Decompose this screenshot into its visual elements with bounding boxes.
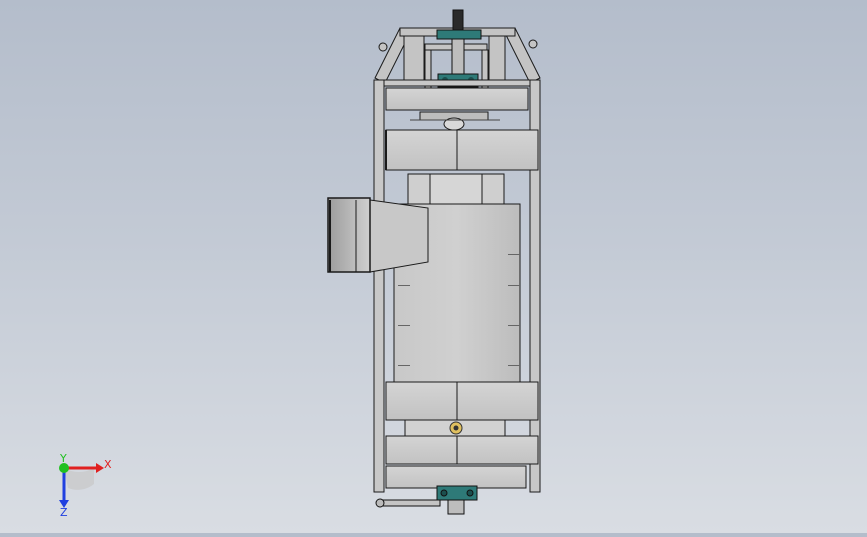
upper-block — [385, 129, 539, 171]
side-hopper — [327, 197, 429, 273]
lower-block — [385, 381, 539, 465]
coordinate-triad: X Y Z — [59, 452, 112, 519]
bottom-cross-panel — [385, 465, 527, 489]
motor-top-plate — [407, 173, 505, 205]
cad-viewport[interactable]: X Y Z — [0, 0, 867, 533]
x-axis-label: X — [104, 458, 112, 471]
y-axis-label: Y — [59, 452, 67, 465]
machine-top-view: X Y Z — [59, 9, 541, 519]
bottom-bearing — [375, 485, 478, 515]
z-axis-label: Z — [60, 506, 68, 519]
top-cross-panel — [385, 87, 529, 131]
x-axis-arrow-icon — [96, 463, 104, 473]
